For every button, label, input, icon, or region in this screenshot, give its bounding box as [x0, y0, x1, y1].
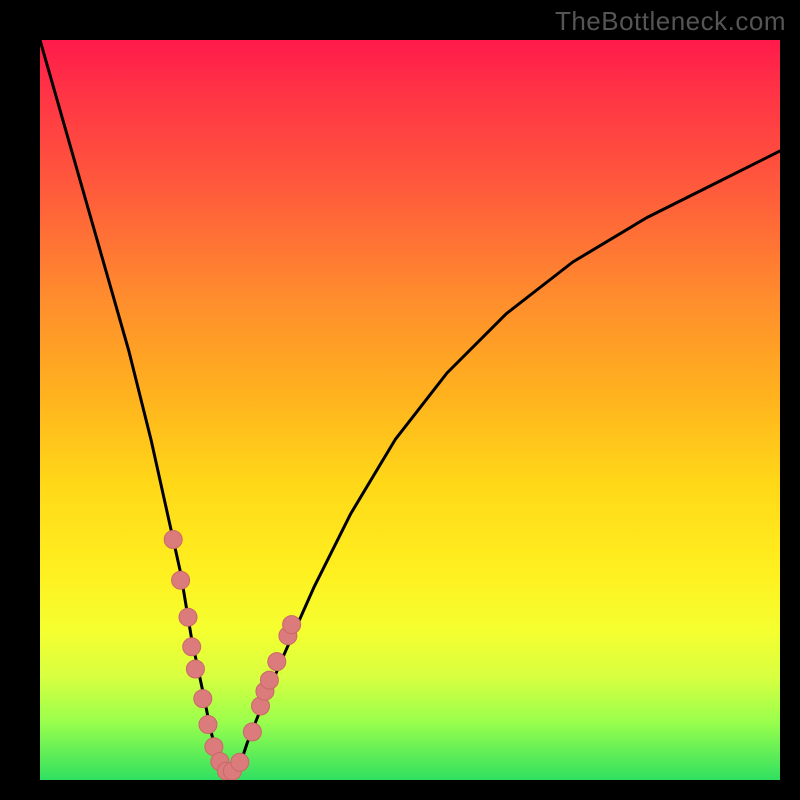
- marker-dot: [164, 531, 182, 549]
- marker-dot: [231, 753, 249, 771]
- marker-dot: [217, 762, 235, 780]
- marker-dot: [205, 738, 223, 756]
- marker-dot: [179, 608, 197, 626]
- marker-dot: [194, 690, 212, 708]
- marker-dot: [199, 716, 217, 734]
- marker-dot: [172, 571, 190, 589]
- plot-area: [40, 40, 780, 780]
- watermark-text: TheBottleneck.com: [555, 6, 786, 37]
- marker-dot: [223, 762, 241, 780]
- marker-layer: [40, 40, 780, 780]
- marker-group: [164, 531, 300, 781]
- bottleneck-curve: [40, 40, 780, 773]
- marker-dot: [211, 753, 229, 771]
- marker-dot: [243, 723, 261, 741]
- marker-dot: [268, 653, 286, 671]
- marker-dot: [183, 638, 201, 656]
- marker-dot: [283, 616, 301, 634]
- marker-dot: [186, 660, 204, 678]
- marker-dot: [260, 671, 278, 689]
- marker-dot: [256, 682, 274, 700]
- chart-stage: TheBottleneck.com: [0, 0, 800, 800]
- curve-layer: [40, 40, 780, 780]
- marker-dot: [252, 697, 270, 715]
- marker-dot: [279, 627, 297, 645]
